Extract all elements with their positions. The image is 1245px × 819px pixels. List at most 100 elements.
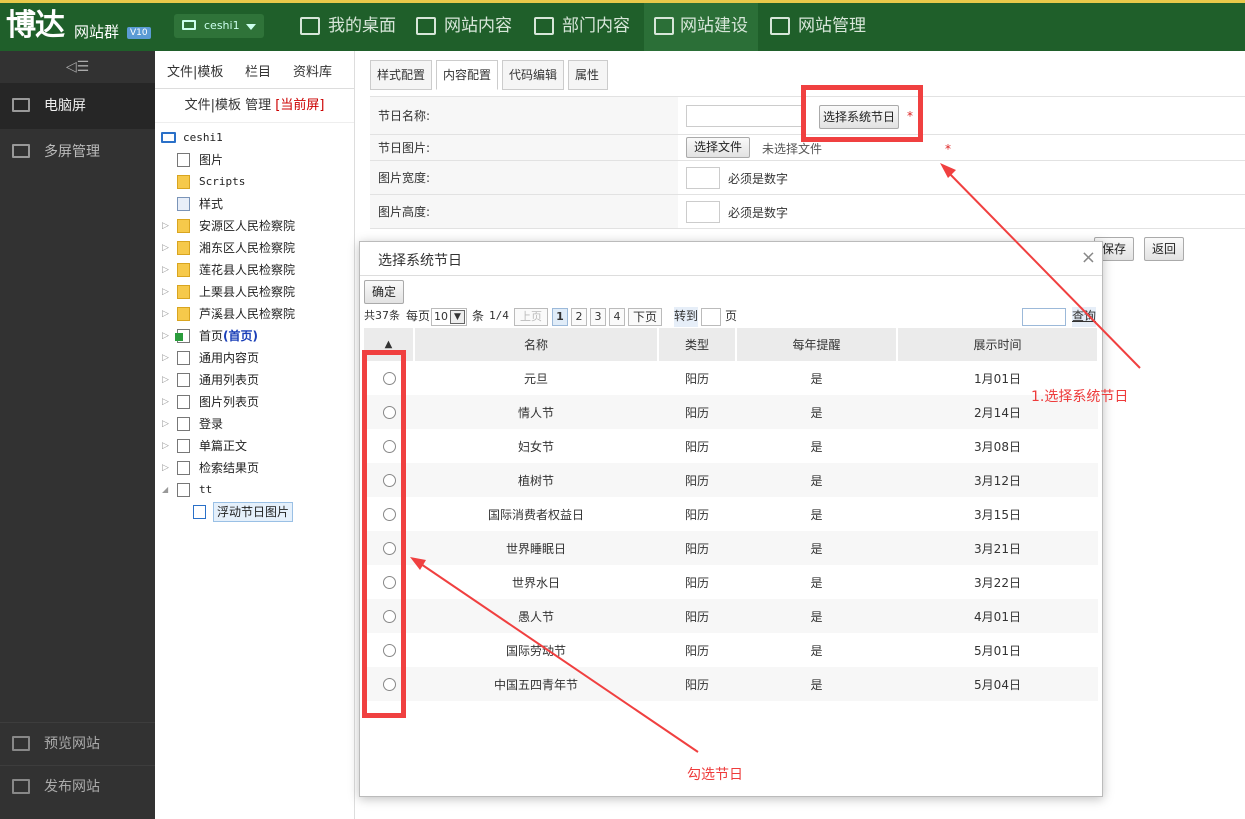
table-header-row: ▲ 名称 类型 每年提醒 展示时间 [364, 328, 1099, 361]
query-button[interactable]: 查询 [1072, 307, 1097, 327]
select-festival-button[interactable]: 选择系统节日 [819, 105, 899, 129]
table-row[interactable]: 世界水日 阳历 是 3月22日 [364, 565, 1098, 599]
annotation-step2-text: 勾选节日 [687, 767, 743, 783]
table-row[interactable]: 愚人节 阳历是 4月01日 [364, 599, 1098, 633]
expand-arrow-icon[interactable]: ▷ [162, 369, 169, 391]
table-row[interactable]: 中国五四青年节 阳历是 5月04日 [364, 667, 1098, 701]
sort-arrow-icon[interactable]: ▲ [364, 328, 415, 361]
nav-my-desktop[interactable]: 我的桌面 [298, 3, 408, 51]
expand-arrow-icon[interactable]: ▷ [162, 259, 169, 281]
row-radio[interactable] [382, 610, 396, 623]
cell-name: 植树节 [414, 463, 658, 497]
cell-name: 世界睡眠日 [414, 531, 658, 565]
page-1-button[interactable]: 1 [552, 308, 568, 326]
column-header-type: 类型 [658, 328, 737, 361]
row-radio[interactable] [382, 406, 396, 419]
column-header-reminder: 每年提醒 [736, 328, 898, 361]
sidebar-publish-site[interactable]: 发布网站 [0, 765, 155, 807]
prev-page-button[interactable]: 上页 [514, 308, 548, 326]
nav-dept-content[interactable]: 部门内容 [532, 3, 642, 51]
required-mark: * [945, 142, 951, 156]
nav-label: 我的桌面 [328, 16, 396, 36]
publish-icon [12, 779, 30, 794]
expand-arrow-icon[interactable]: ▷ [162, 325, 169, 347]
close-icon[interactable]: × [1081, 248, 1096, 268]
back-button[interactable]: 返回 [1144, 237, 1184, 261]
tab-style-config[interactable]: 样式配置 [370, 60, 432, 90]
expand-arrow-icon[interactable]: ▷ [162, 391, 169, 413]
tab-library[interactable]: 资料库 [293, 61, 332, 80]
chevron-down-icon: ▼ [450, 310, 465, 324]
table-row[interactable]: 元旦 阳历是 1月01日 [364, 361, 1098, 395]
cell-type: 阳历 [658, 531, 736, 565]
grid-icon [300, 17, 320, 35]
table-row[interactable]: 妇女节 阳历 是 3月08日 [364, 429, 1098, 463]
page-3-button[interactable]: 3 [590, 308, 606, 326]
cell-name: 情人节 [414, 395, 658, 429]
row-radio[interactable] [382, 440, 396, 453]
page-4-button[interactable]: 4 [609, 308, 625, 326]
festival-table: ▲ 名称 类型 每年提醒 展示时间 元旦 阳历是 1月01日 情人节 阳历是 2月14日… [364, 328, 1099, 701]
cell-name: 世界水日 [511, 575, 560, 590]
table-row[interactable]: 国际消费者权益日 阳历 是 3月15日 [364, 497, 1098, 531]
table-row[interactable]: 国际劳动节 阳历 是 5月01日 [364, 633, 1098, 667]
expand-arrow-icon[interactable]: ▷ [162, 347, 169, 369]
next-page-button[interactable]: 下页 [628, 308, 662, 326]
nav-site-content[interactable]: 网站内容 [414, 3, 524, 51]
table-row[interactable]: 植树节 阳历是 3月12日 [364, 463, 1098, 497]
sidebar-item-label: 多屏管理 [44, 144, 100, 160]
tab-files-templates[interactable]: 文件|模板 [167, 61, 223, 80]
table-row[interactable]: 情人节 阳历是 2月14日 [364, 395, 1098, 429]
tab-content-config[interactable]: 内容配置 [436, 60, 498, 90]
sidebar-item-pc-screen[interactable]: 电脑屏 [0, 83, 155, 129]
row-radio[interactable] [382, 678, 396, 691]
expand-arrow-icon[interactable]: ▷ [162, 457, 169, 479]
per-page-select[interactable]: 10 ▼ [431, 308, 467, 326]
expand-arrow-icon[interactable]: ▷ [162, 435, 169, 457]
cell-date: 3月12日 [897, 463, 1098, 497]
expand-arrow-icon[interactable]: ▷ [162, 215, 169, 237]
expand-arrow-icon[interactable]: ▷ [162, 237, 169, 259]
per-page-value: 10 [434, 310, 448, 323]
table-row[interactable]: 世界睡眠日 阳历是 3月21日 [364, 531, 1098, 565]
total-count: 共37条 [364, 309, 400, 322]
row-radio[interactable] [382, 576, 396, 589]
expand-arrow-icon[interactable]: ▷ [162, 281, 169, 303]
choose-file-button[interactable]: 选择文件 [686, 137, 750, 158]
row-radio[interactable] [382, 542, 396, 555]
image-height-input[interactable] [686, 201, 720, 223]
sidebar-preview-site[interactable]: 预览网站 [0, 722, 155, 764]
nav-site-manage[interactable]: 网站管理 [768, 3, 878, 51]
expand-arrow-icon[interactable]: ▷ [162, 303, 169, 325]
collapse-arrow-icon[interactable]: ◢ [162, 479, 168, 501]
confirm-button[interactable]: 确定 [364, 280, 404, 304]
tab-code-edit[interactable]: 代码编辑 [502, 60, 564, 90]
cell-reminder: 是 [810, 643, 823, 658]
row-radio[interactable] [382, 372, 396, 385]
image-height-label: 图片高度: [370, 195, 678, 228]
image-width-input[interactable] [686, 167, 720, 189]
expand-arrow-icon[interactable]: ▷ [162, 413, 169, 435]
image-folder-icon [177, 153, 190, 167]
devices-icon [12, 144, 30, 158]
row-radio[interactable] [382, 508, 396, 521]
dialog-title: 选择系统节日 [378, 253, 462, 269]
row-radio[interactable] [382, 474, 396, 487]
nav-site-build[interactable]: 网站建设 [644, 3, 758, 51]
tab-properties[interactable]: 属性 [568, 60, 608, 90]
required-mark: * [907, 109, 913, 123]
page-icon [177, 351, 190, 365]
site-selector[interactable]: ceshi1 [174, 14, 264, 38]
page-2-button[interactable]: 2 [571, 308, 587, 326]
goto-page-input[interactable] [701, 308, 721, 326]
tab-columns[interactable]: 栏目 [245, 61, 271, 80]
row-radio[interactable] [382, 644, 396, 657]
cell-reminder: 是 [736, 531, 897, 565]
form-row-image-height: 图片高度: 必须是数字 [370, 195, 1245, 229]
festival-name-input[interactable] [686, 105, 806, 127]
search-input[interactable] [1022, 308, 1066, 326]
sidebar-item-multiscreen[interactable]: 多屏管理 [0, 129, 155, 175]
sidebar-collapse-toggle[interactable]: ◁☰ [0, 51, 155, 83]
edit-icon [416, 17, 436, 35]
festival-name-label: 节日名称: [370, 97, 678, 134]
